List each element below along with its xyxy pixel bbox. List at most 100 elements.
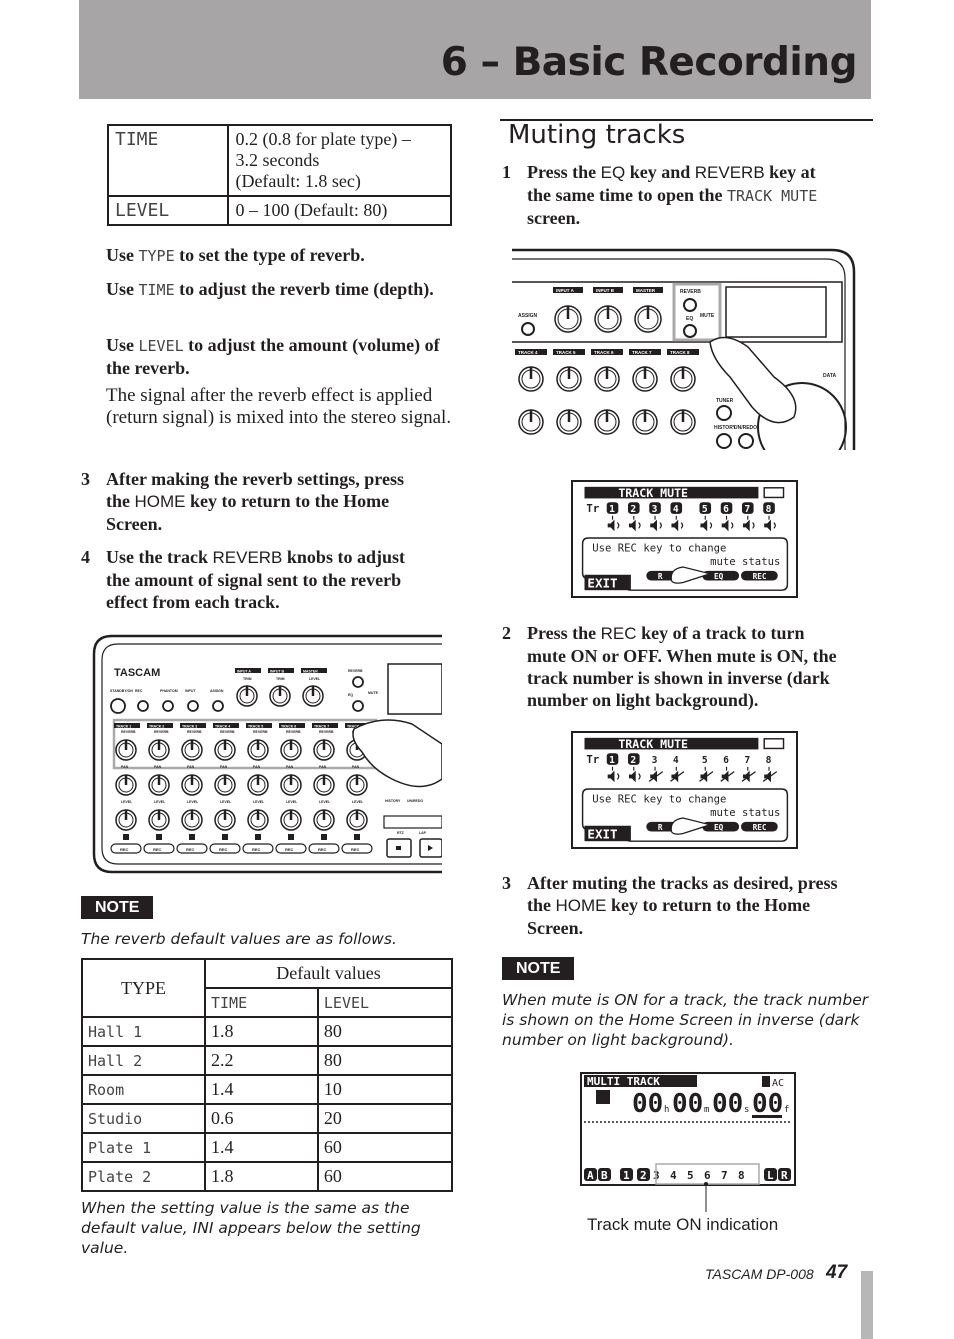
button-label: EQ: [348, 693, 353, 697]
rec-label: REC: [285, 847, 294, 852]
undo-redo-button: [738, 433, 754, 449]
pointing-hand-icon: [709, 336, 797, 424]
counter-hours: 00: [632, 1089, 663, 1119]
track-label: TRACK 7: [632, 350, 652, 355]
knob-label: LEVEL: [187, 800, 199, 804]
knob-label: LEVEL: [286, 800, 298, 804]
table-header-row: TYPE Default values: [81, 958, 453, 1018]
pointing-hand-icon: [670, 566, 713, 584]
time-cell: 1.4: [204, 1074, 319, 1105]
knob-label: REVERB: [121, 730, 136, 734]
sound-wave: [616, 773, 620, 780]
param-value: 0.2 (0.8 for plate type) – 3.2 seconds (…: [227, 124, 452, 197]
column-header-default-values: Default values: [204, 958, 453, 989]
track-number: 2: [630, 504, 636, 515]
knob-label: REVERB: [220, 730, 235, 734]
counter-seconds: 00: [712, 1089, 743, 1119]
track-label: TRACK 5: [248, 725, 263, 729]
speaker-icon: [628, 519, 636, 532]
callout-dot: [704, 1182, 708, 1186]
reverb-parameter-table: TIME 0.2 (0.8 for plate type) – 3.2 seco…: [106, 124, 452, 226]
sound-wave: [730, 522, 734, 529]
step-line: the HOME key to return to the Home: [527, 894, 837, 917]
power-indicator: AC: [772, 1078, 784, 1089]
panel-button: [352, 700, 364, 712]
track-number: 8: [766, 755, 772, 766]
level-cell: 20: [316, 1103, 454, 1134]
body-paragraph: The signal after the reverb effect is ap…: [106, 385, 452, 428]
table-row: Hall 2 2.2 80: [81, 1045, 454, 1076]
speaker-icon: [607, 519, 615, 532]
figure-caption: Track mute ON indication: [587, 1215, 779, 1234]
knob-label: PAN: [286, 765, 294, 769]
reverb-type-cell: Hall 1: [81, 1016, 206, 1047]
step-text: After muting the tracks as desired, pres…: [527, 872, 837, 939]
message-line: mute status: [710, 555, 780, 568]
counter-unit: h: [664, 1105, 669, 1115]
footer-product: TASCAM DP-008: [705, 1266, 814, 1282]
status-badge-label: 2: [640, 1169, 647, 1182]
mute-label: MUTE: [368, 691, 379, 695]
section-title: Muting tracks: [508, 120, 686, 150]
table-row: Studio 0.6 20: [81, 1103, 454, 1134]
data-dial-label: DATA: [823, 373, 837, 379]
instruction-type: Use TYPE to set the type of reverb.: [106, 244, 456, 267]
step-number: 1: [502, 162, 511, 182]
track-label: TRACK 6: [594, 350, 614, 355]
track-number: 1: [609, 504, 615, 515]
knob-label: TRIM: [276, 677, 285, 681]
play-icon: [428, 845, 433, 851]
key-name: REC: [600, 624, 637, 643]
exit-label: EXIT: [587, 826, 617, 841]
knob-label: LEVEL: [154, 800, 166, 804]
step-line-text: key and: [625, 162, 695, 182]
tuner-button: [716, 405, 732, 421]
cursor-underline: [752, 1115, 782, 1118]
message-line: Use REC key to change: [592, 542, 726, 555]
reverb-type-cell: Plate 1: [81, 1132, 206, 1163]
table-row: Room 1.4 10: [81, 1074, 454, 1105]
step-1-right: 1 Press the EQ key and REVERB key at the…: [502, 161, 882, 231]
knob-label: PAN: [187, 765, 195, 769]
status-badge-label: A: [587, 1169, 594, 1182]
sound-wave: [638, 773, 641, 780]
step-line: Press the EQ key and REVERB key at: [527, 161, 817, 184]
reverb-defaults-table: TYPE Default values TIME LEVEL Hall 1 1.8…: [81, 958, 454, 1192]
param-value-line: 3.2 seconds: [235, 150, 320, 170]
speaker-icon: [764, 519, 771, 532]
table-row: Hall 1 1.8 80: [81, 1016, 454, 1047]
track-number-badge: [222, 834, 228, 840]
note-badge: NOTE: [81, 896, 154, 919]
step-text: Use the track REVERB knobs to adjust the…: [106, 546, 405, 613]
speaker-icon: [742, 519, 750, 532]
knob-label: REVERB: [253, 730, 268, 734]
param-value-line: 0 – 100 (Default: 80): [235, 200, 388, 220]
button-label: REVERB: [348, 669, 363, 673]
sound-wave: [616, 522, 620, 529]
reverb-key-label: REVERB: [680, 289, 701, 295]
knob-label: LEVEL: [309, 677, 321, 681]
status-badge-label: R: [781, 1169, 788, 1182]
step-line-text: key of a track to turn: [636, 623, 805, 643]
step-line-text: knobs to adjust: [282, 547, 405, 567]
input-knob-group: INPUT A INPUT B MASTER: [553, 287, 663, 333]
knob-label: PAN: [121, 765, 129, 769]
time-cell: 1.8: [204, 1161, 319, 1192]
track-number-badge: [321, 834, 327, 840]
step-line-text: key at: [764, 162, 816, 182]
exit-label: EXIT: [587, 575, 617, 590]
step-line-text: key to return to the Home: [606, 895, 811, 915]
track-number: 7: [744, 504, 750, 515]
step-line-text: the: [527, 895, 556, 915]
status-badge-label: 5: [687, 1169, 694, 1182]
message-line: mute status: [710, 806, 780, 819]
key-indicator-label: R: [658, 572, 663, 581]
sound-wave: [659, 522, 662, 529]
param-key: LEVEL: [106, 195, 230, 226]
track-number: 3: [652, 504, 658, 515]
step-number: 2: [502, 623, 511, 643]
mute-label: MUTE: [700, 313, 715, 319]
instruction-level: Use LEVEL to adjust the amount (volume) …: [106, 334, 456, 379]
chapter-header-band: 6 – Basic Recording: [79, 0, 871, 99]
step-line-text: key to return to the Home: [185, 491, 390, 511]
